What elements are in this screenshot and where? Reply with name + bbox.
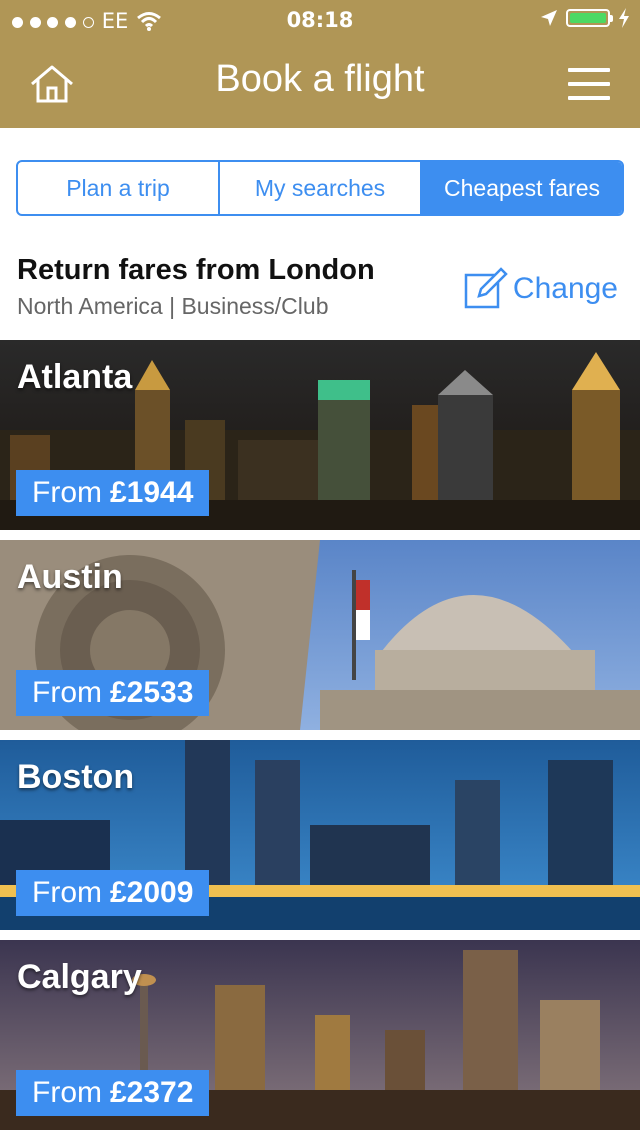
- app-header: EE 08:18 Book a flight: [0, 0, 640, 128]
- tab-my-searches[interactable]: My searches: [220, 162, 422, 214]
- fares-heading: Return fares from London North America |…: [17, 254, 457, 320]
- charging-bolt-icon: [619, 8, 629, 28]
- status-bar: EE 08:18: [0, 0, 640, 40]
- price-tag: From £2009: [16, 870, 210, 916]
- from-label: From: [32, 1076, 102, 1109]
- change-label: Change: [512, 272, 618, 305]
- city-name: Boston: [17, 758, 135, 796]
- destination-card-atlanta[interactable]: Atlanta From £1944: [0, 340, 640, 530]
- from-label: From: [32, 676, 102, 709]
- from-label: From: [32, 876, 102, 909]
- city-name: Calgary: [17, 958, 142, 996]
- price-value: £2009: [110, 876, 194, 909]
- destination-card-austin[interactable]: Austin From £2533: [0, 540, 640, 730]
- price-value: £1944: [110, 476, 194, 509]
- destination-card-boston[interactable]: Boston From £2009: [0, 740, 640, 930]
- segmented-tabs: Plan a trip My searches Cheapest fares: [16, 160, 624, 216]
- destination-card-calgary[interactable]: Calgary From £2372: [0, 940, 640, 1130]
- tab-plan-a-trip[interactable]: Plan a trip: [18, 162, 220, 214]
- change-button[interactable]: Change: [463, 266, 618, 312]
- page-title: Book a flight: [215, 58, 425, 100]
- battery-icon: [566, 9, 613, 27]
- fares-subtitle: North America | Business/Club: [17, 293, 329, 319]
- location-arrow-icon: [541, 10, 557, 26]
- fares-title: Return fares from London: [17, 254, 375, 286]
- from-label: From: [32, 476, 102, 509]
- price-value: £2372: [110, 1076, 194, 1109]
- edit-icon: [464, 267, 508, 309]
- price-value: £2533: [110, 676, 194, 709]
- city-name: Austin: [17, 558, 123, 596]
- city-name: Atlanta: [17, 358, 133, 396]
- tab-cheapest-fares[interactable]: Cheapest fares: [422, 162, 622, 214]
- price-tag: From £1944: [16, 470, 210, 516]
- menu-icon[interactable]: [568, 68, 610, 100]
- price-tag: From £2533: [16, 670, 210, 716]
- price-tag: From £2372: [16, 1070, 210, 1116]
